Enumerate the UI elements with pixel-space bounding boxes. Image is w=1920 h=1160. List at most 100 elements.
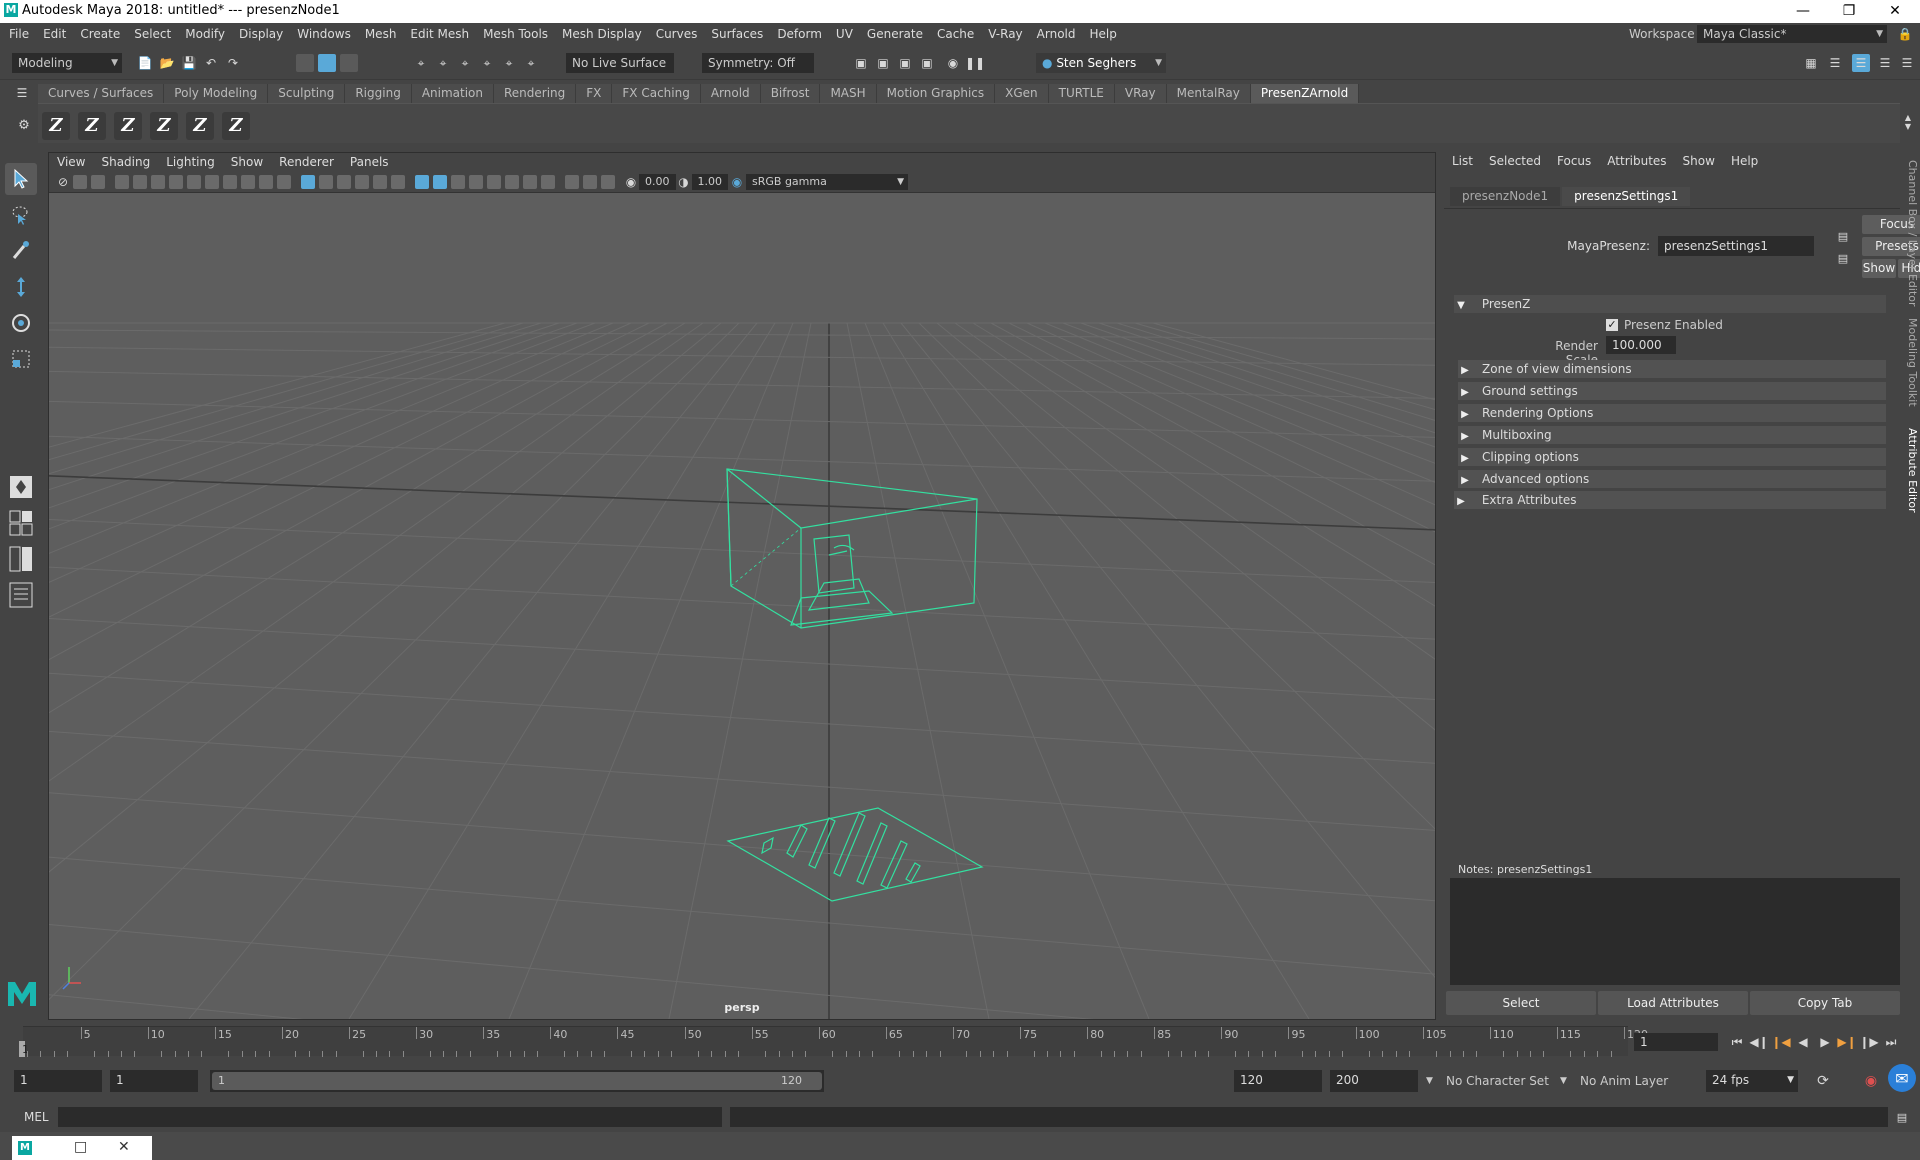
shelf-tab-xgen[interactable]: XGen xyxy=(995,83,1049,103)
gate-mask-icon[interactable] xyxy=(223,174,237,189)
frame-advanced-options[interactable]: ▶ Advanced options xyxy=(1458,470,1886,488)
select-button[interactable]: Select xyxy=(1446,991,1596,1015)
paint-select-tool-icon[interactable] xyxy=(5,235,37,267)
viewport-menu-panels[interactable]: Panels xyxy=(342,153,397,171)
gamma-field[interactable]: 1.00 xyxy=(691,173,728,190)
go-to-end-icon[interactable]: ⏭ xyxy=(1880,1035,1902,1050)
viewport-menu-view[interactable]: View xyxy=(49,153,93,171)
xray-active-icon[interactable] xyxy=(601,174,615,189)
step-forward-key-icon[interactable]: ▶❙ xyxy=(1836,1035,1858,1049)
ae-menu-selected[interactable]: Selected xyxy=(1481,152,1549,170)
wireframe-icon[interactable] xyxy=(319,174,333,189)
safe-action-icon[interactable] xyxy=(259,174,273,189)
fps-dropdown[interactable]: 24 fps ▼ xyxy=(1706,1070,1798,1092)
presenz-shelf-tool-1-icon[interactable]: Z xyxy=(42,111,70,140)
shelf-tab-fx[interactable]: FX xyxy=(576,83,613,103)
load-attributes-button[interactable]: Load Attributes xyxy=(1598,991,1748,1015)
menu-select[interactable]: Select xyxy=(127,23,178,45)
smooth-shade-icon[interactable] xyxy=(337,174,351,189)
viewport-menu-lighting[interactable]: Lighting xyxy=(158,153,223,171)
layers-icon[interactable]: ☰ xyxy=(1898,54,1916,72)
ae-tab-presenznode1[interactable]: presenzNode1 xyxy=(1450,187,1561,206)
viewport-menu-shading[interactable]: Shading xyxy=(93,153,158,171)
frame-extra-attributes[interactable]: ▶ Extra Attributes xyxy=(1454,491,1886,509)
shelf-settings-gear-icon[interactable]: ⚙ xyxy=(14,118,34,133)
exposure-icon[interactable]: ◉ xyxy=(623,175,639,189)
tool-settings-icon[interactable]: ☰ xyxy=(1876,54,1894,72)
presenz-shelf-tool-3-icon[interactable]: Z xyxy=(114,111,142,140)
ae-menu-attributes[interactable]: Attributes xyxy=(1599,152,1674,170)
presenz-shelf-tool-5-icon[interactable]: Z xyxy=(186,111,214,140)
grease-pencil-icon[interactable] xyxy=(151,174,165,189)
side-tab-attribute-editor[interactable]: Attribute Editor xyxy=(1906,428,1919,513)
xray-joints-icon[interactable] xyxy=(583,174,597,189)
step-back-key-icon[interactable]: ❙◀ xyxy=(1770,1035,1792,1049)
ae-tab-presenzsettings1[interactable]: presenzSettings1 xyxy=(1562,187,1691,206)
shelf-tab-vray[interactable]: VRay xyxy=(1114,83,1167,103)
two-pane-layout-icon[interactable] xyxy=(5,543,37,575)
film-gate-icon[interactable] xyxy=(187,174,201,189)
play-backwards-icon[interactable]: ◀ xyxy=(1792,1035,1814,1049)
select-tool-icon[interactable] xyxy=(5,163,37,195)
menu-surfaces[interactable]: Surfaces xyxy=(704,23,770,45)
shelf-scroll-icon[interactable]: ▲ ▼ xyxy=(1900,104,1916,140)
modeling-toolkit-icon[interactable]: ▦ xyxy=(1802,54,1820,72)
shelf-tab-poly-modeling[interactable]: Poly Modeling xyxy=(164,83,269,103)
wireframe-on-shaded-icon[interactable] xyxy=(415,174,429,189)
field-chart-icon[interactable] xyxy=(241,174,255,189)
menu-mesh[interactable]: Mesh xyxy=(358,23,404,45)
render-scale-field[interactable]: 100.000 xyxy=(1606,336,1676,354)
time-slider[interactable]: 1 5 10 15 20 25 30 35 40 45 50 55 60 65 70 75 80 85 90 95 1… xyxy=(19,1026,1648,1057)
minimize-icon[interactable]: — xyxy=(1780,0,1826,23)
shelf-menu-icon[interactable]: ☰ xyxy=(12,86,32,100)
attribute-editor-icon[interactable]: ☰ xyxy=(1852,54,1870,72)
anim-layer-dropdown[interactable]: ▼ No Anim Layer xyxy=(1556,1070,1680,1092)
open-scene-icon[interactable]: 📂 xyxy=(158,54,176,72)
select-components-icon[interactable] xyxy=(340,54,358,72)
frame-ground-settings[interactable]: ▶ Ground settings xyxy=(1458,382,1886,400)
two-d-pan-zoom-icon[interactable] xyxy=(133,174,147,189)
move-tool-icon[interactable] xyxy=(5,271,37,303)
frame-zone-of-view-dimensions[interactable]: ▶ Zone of view dimensions xyxy=(1458,360,1886,378)
character-set-dropdown[interactable]: ▼ No Character Set xyxy=(1422,1070,1550,1092)
frame-presenz[interactable]: ▼ PresenZ xyxy=(1454,295,1886,313)
ae-menu-help[interactable]: Help xyxy=(1723,152,1766,170)
menu-help[interactable]: Help xyxy=(1083,23,1124,45)
step-forward-frame-icon[interactable]: ❙▶ xyxy=(1858,1035,1880,1049)
undo-icon[interactable]: ↶ xyxy=(202,54,220,72)
ae-menu-focus[interactable]: Focus xyxy=(1549,152,1599,170)
perspective-viewport[interactable]: View Shading Lighting Show Renderer Panels ⊘ xyxy=(48,152,1436,1020)
resolution-gate-icon[interactable] xyxy=(205,174,219,189)
shadows-icon[interactable] xyxy=(469,174,483,189)
select-hierarchy-icon[interactable] xyxy=(296,54,314,72)
pause-render-icon[interactable]: ❚❚ xyxy=(965,54,985,72)
motion-blur-icon[interactable] xyxy=(505,174,519,189)
menu-mesh-display[interactable]: Mesh Display xyxy=(555,23,649,45)
go-to-start-icon[interactable]: ⏮ xyxy=(1726,1035,1748,1050)
play-forwards-icon[interactable]: ▶ xyxy=(1814,1035,1836,1049)
scale-tool-icon[interactable] xyxy=(5,343,37,375)
shelf-tab-mentalray[interactable]: MentalRay xyxy=(1166,83,1251,103)
safe-title-icon[interactable] xyxy=(277,174,291,189)
view-transform-dropdown[interactable]: sRGB gamma ▼ xyxy=(746,173,908,190)
animation-end-field[interactable]: 200 xyxy=(1330,1070,1418,1092)
presenz-ground-plane[interactable] xyxy=(726,807,984,902)
menu-uv[interactable]: UV xyxy=(829,23,860,45)
menu-v-ray[interactable]: V-Ray xyxy=(981,23,1029,45)
camera-attributes-icon[interactable] xyxy=(73,174,87,189)
user-dropdown[interactable]: ● Sten Seghers ▼ xyxy=(1036,53,1166,73)
range-slider[interactable]: 1 120 xyxy=(210,1070,824,1092)
menu-mesh-tools[interactable]: Mesh Tools xyxy=(476,23,555,45)
playback-end-field[interactable]: 120 xyxy=(1234,1070,1322,1092)
bookmarks-icon[interactable] xyxy=(91,174,105,189)
menu-create[interactable]: Create xyxy=(73,23,127,45)
menuset-dropdown[interactable]: Modeling ▼ xyxy=(12,53,122,73)
shelf-tab-rigging[interactable]: Rigging xyxy=(345,83,412,103)
presenz-shelf-tool-6-icon[interactable]: Z xyxy=(222,111,250,140)
menu-edit-mesh[interactable]: Edit Mesh xyxy=(403,23,476,45)
menu-arnold[interactable]: Arnold xyxy=(1030,23,1083,45)
playback-start-field[interactable]: 1 xyxy=(110,1070,198,1092)
snap-plane-icon[interactable]: ⌖ xyxy=(478,54,496,72)
shelf-tab-mash[interactable]: MASH xyxy=(820,83,877,103)
shaded-wireframe-icon[interactable] xyxy=(373,174,387,189)
